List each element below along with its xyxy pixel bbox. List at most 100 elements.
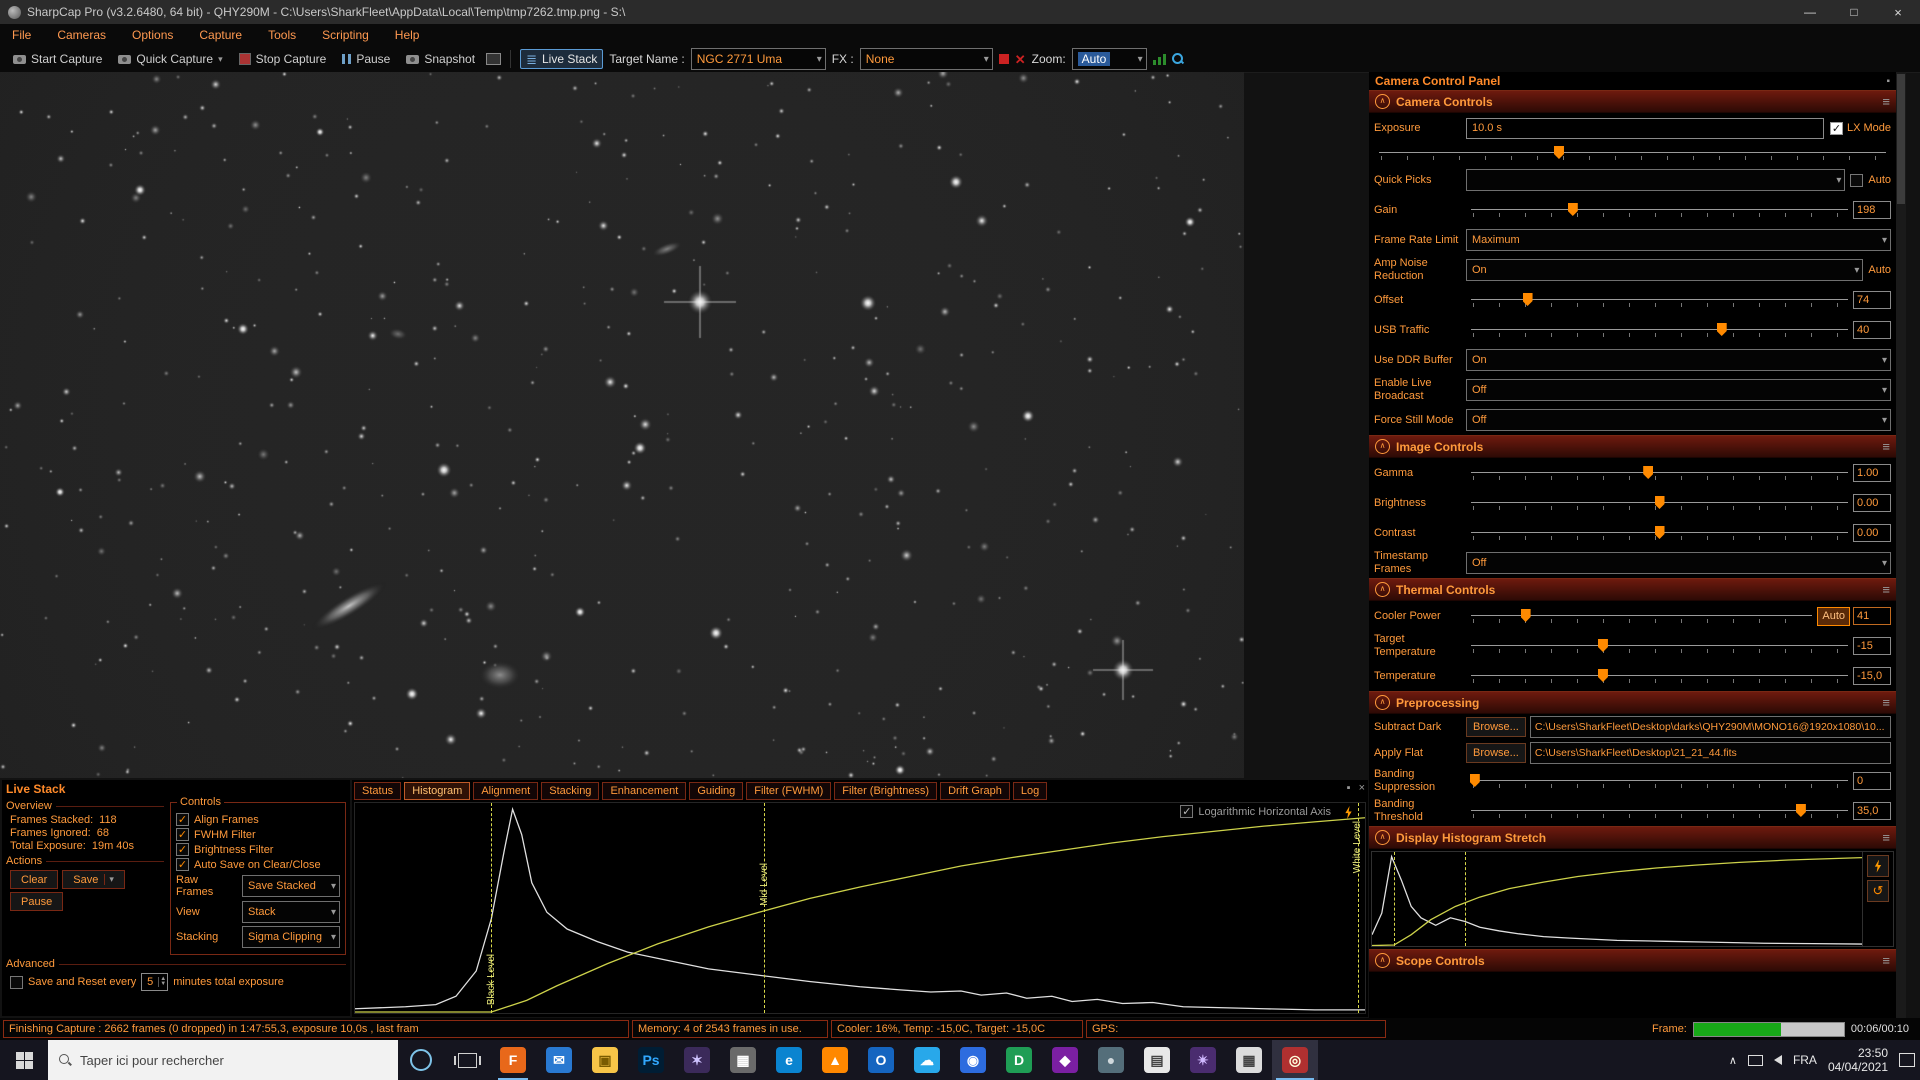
section-menu-icon[interactable]: ≡ xyxy=(1882,439,1890,454)
selection-rect-icon[interactable] xyxy=(999,54,1009,64)
fwhm-filter-checkbox[interactable]: ✓ xyxy=(176,828,189,841)
display-stretch-histogram[interactable]: ↺ xyxy=(1371,851,1894,947)
gain-slider[interactable] xyxy=(1471,201,1848,219)
tab-guiding[interactable]: Guiding xyxy=(689,782,743,800)
section-display-histogram-stretch[interactable]: ∧ Display Histogram Stretch ≡ xyxy=(1369,826,1896,849)
cooler-power-value[interactable]: 41 xyxy=(1853,607,1891,625)
taskbar-icon-photoshop[interactable]: Ps xyxy=(628,1040,674,1080)
section-preprocessing[interactable]: ∧ Preprocessing ≡ xyxy=(1369,691,1896,714)
pin-icon[interactable]: ▪ xyxy=(1886,76,1890,87)
tab-histogram[interactable]: Histogram xyxy=(404,782,470,800)
target-name-combo[interactable]: NGC 2771 Uma xyxy=(691,48,826,70)
taskbar-icon-app-green-d[interactable]: D xyxy=(996,1040,1042,1080)
contrast-slider[interactable] xyxy=(1471,524,1848,542)
contrast-value[interactable]: 0.00 xyxy=(1853,524,1891,542)
amp-noise-combo[interactable]: On xyxy=(1466,259,1863,281)
banding-threshold-slider[interactable] xyxy=(1471,802,1848,820)
quick-picks-combo[interactable] xyxy=(1466,169,1845,191)
target-temperature-slider[interactable] xyxy=(1471,637,1848,655)
pause-button[interactable]: Pause xyxy=(337,50,395,68)
stop-capture-button[interactable]: Stop Capture xyxy=(234,50,332,68)
save-reset-checkbox[interactable] xyxy=(10,976,23,989)
live-broadcast-combo[interactable]: Off xyxy=(1466,379,1891,401)
fx-combo[interactable]: None xyxy=(860,48,993,70)
magnifier-icon[interactable] xyxy=(1172,53,1184,65)
ddr-buffer-combo[interactable]: On xyxy=(1466,349,1891,371)
taskbar-clock[interactable]: 23:50 04/04/2021 xyxy=(1828,1046,1888,1074)
tab-filter-fwhm[interactable]: Filter (FWHM) xyxy=(746,782,831,800)
collapse-icon[interactable]: ∧ xyxy=(1375,830,1390,845)
section-image-controls[interactable]: ∧ Image Controls ≡ xyxy=(1369,435,1896,458)
section-scope-controls[interactable]: ∧ Scope Controls ≡ xyxy=(1369,949,1896,972)
cortana-button[interactable] xyxy=(398,1040,444,1080)
section-menu-icon[interactable]: ≡ xyxy=(1882,695,1890,710)
lx-mode-checkbox[interactable]: ✓ xyxy=(1830,122,1843,135)
start-capture-button[interactable]: Start Capture xyxy=(8,50,107,68)
taskbar-icon-camera-app[interactable]: ◉ xyxy=(950,1040,996,1080)
align-frames-checkbox[interactable]: ✓ xyxy=(176,813,189,826)
brightness-filter-checkbox[interactable]: ✓ xyxy=(176,843,189,856)
view-combo[interactable]: Stack xyxy=(242,901,340,923)
usb-traffic-value[interactable]: 40 xyxy=(1853,321,1891,339)
target-temperature-value[interactable]: -15 xyxy=(1853,637,1891,655)
temperature-slider[interactable] xyxy=(1471,667,1848,685)
image-frame-icon[interactable] xyxy=(486,53,501,65)
collapse-icon[interactable]: ∧ xyxy=(1375,94,1390,109)
stepper-arrows[interactable]: ▲▼ xyxy=(158,977,167,987)
section-thermal-controls[interactable]: ∧ Thermal Controls ≡ xyxy=(1369,578,1896,601)
mini-black-level-line[interactable] xyxy=(1394,852,1395,946)
minutes-stepper[interactable]: 5▲▼ xyxy=(141,973,168,991)
taskbar-icon-app-blue-o[interactable]: O xyxy=(858,1040,904,1080)
taskbar-icon-firefox[interactable]: F xyxy=(490,1040,536,1080)
tab-status[interactable]: Status xyxy=(354,782,401,800)
collapse-icon[interactable]: ∧ xyxy=(1375,439,1390,454)
save-button[interactable]: Save▾ xyxy=(62,870,125,889)
auto-save-checkbox[interactable]: ✓ xyxy=(176,858,189,871)
taskbar-icon-file-explorer[interactable]: ▣ xyxy=(582,1040,628,1080)
amp-noise-auto-label[interactable]: Auto xyxy=(1868,264,1891,276)
histogram-plot[interactable]: Black Level Mid Level White Level ✓ Loga… xyxy=(354,802,1366,1014)
mid-level-line[interactable] xyxy=(764,803,765,1013)
force-still-combo[interactable]: Off xyxy=(1466,409,1891,431)
maximize-button[interactable]: □ xyxy=(1832,0,1876,24)
clear-button[interactable]: Clear xyxy=(10,870,58,889)
taskbar-icon-stellarium[interactable]: ✶ xyxy=(674,1040,720,1080)
frame-rate-limit-combo[interactable]: Maximum xyxy=(1466,229,1891,251)
taskbar-icon-onedrive[interactable]: ☁ xyxy=(904,1040,950,1080)
taskbar-icon-notepad[interactable]: ▤ xyxy=(1134,1040,1180,1080)
tray-expand-icon[interactable]: ∧ xyxy=(1729,1054,1737,1067)
live-stack-button[interactable]: ≣Live Stack xyxy=(520,49,603,69)
raw-frames-combo[interactable]: Save Stacked xyxy=(242,875,340,897)
banding-suppression-value[interactable]: 0 xyxy=(1853,772,1891,790)
gamma-slider[interactable] xyxy=(1471,464,1848,482)
stacking-combo[interactable]: Sigma Clipping xyxy=(242,926,340,948)
section-menu-icon[interactable]: ≡ xyxy=(1882,94,1890,109)
exposure-input[interactable]: 10.0 s xyxy=(1466,118,1824,139)
menu-cameras[interactable]: Cameras xyxy=(57,28,106,42)
clear-selection-icon[interactable]: ✕ xyxy=(1015,53,1026,66)
taskbar-icon-calculator[interactable]: ▦ xyxy=(1226,1040,1272,1080)
panel-scrollbar[interactable] xyxy=(1896,72,1906,1018)
reset-stretch-button[interactable]: ↺ xyxy=(1867,880,1889,902)
tab-enhancement[interactable]: Enhancement xyxy=(602,782,686,800)
section-camera-controls[interactable]: ∧ Camera Controls ≡ xyxy=(1369,90,1896,113)
timestamp-frames-combo[interactable]: Off xyxy=(1466,552,1891,574)
menu-capture[interactable]: Capture xyxy=(199,28,242,42)
taskbar-icon-app-gray[interactable]: ▦ xyxy=(720,1040,766,1080)
minimize-button[interactable]: — xyxy=(1788,0,1832,24)
collapse-icon[interactable]: ∧ xyxy=(1375,953,1390,968)
auto-stretch-button[interactable] xyxy=(1867,855,1889,877)
section-menu-icon[interactable]: ≡ xyxy=(1882,582,1890,597)
banding-threshold-value[interactable]: 35,0 xyxy=(1853,802,1891,820)
taskbar-icon-nebula-app[interactable]: ✴ xyxy=(1180,1040,1226,1080)
save-dropdown-icon[interactable]: ▾ xyxy=(104,874,114,885)
taskbar-icon-app-purple[interactable]: ◆ xyxy=(1042,1040,1088,1080)
zoom-combo[interactable]: Auto xyxy=(1072,48,1147,70)
cooler-power-slider[interactable] xyxy=(1471,607,1812,625)
log-axis-checkbox[interactable]: ✓ xyxy=(1180,805,1193,818)
pin-icon[interactable]: ▪ xyxy=(1347,782,1351,794)
taskbar-search[interactable]: Taper ici pour rechercher xyxy=(48,1040,398,1080)
temperature-value[interactable]: -15,0 xyxy=(1853,667,1891,685)
start-button[interactable] xyxy=(0,1040,48,1080)
menu-help[interactable]: Help xyxy=(395,28,420,42)
